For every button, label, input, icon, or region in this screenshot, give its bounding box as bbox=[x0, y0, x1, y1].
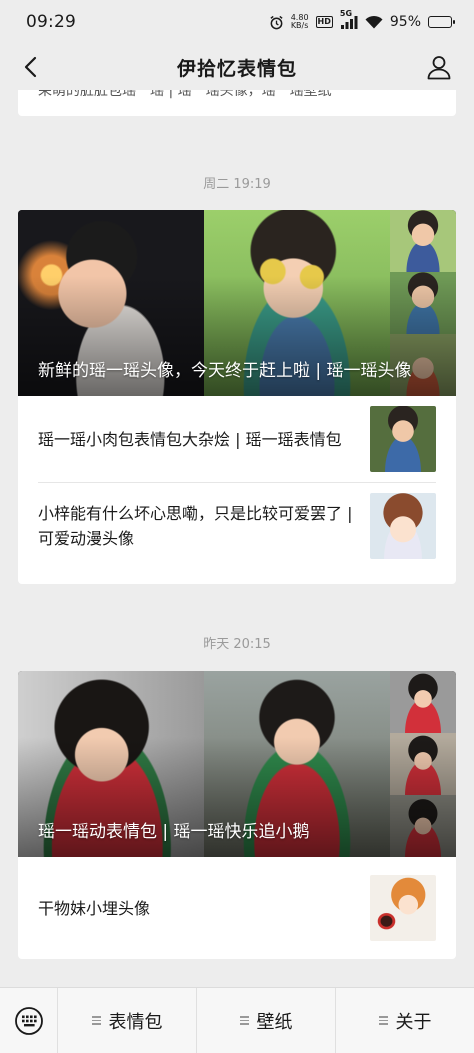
article-row[interactable]: 瑶一瑶小肉包表情包大杂烩 | 瑶一瑶表情包 bbox=[38, 396, 436, 482]
article-feed[interactable]: 呆萌的脏脏包瑶一瑶 | 瑶一瑶头像，瑶一瑶壁纸 周二 19:19 新鲜的瑶一瑶头… bbox=[0, 90, 474, 987]
menu-lines-icon bbox=[378, 1016, 388, 1025]
cover-image-small-1 bbox=[390, 671, 456, 733]
menu-tab-label: 壁纸 bbox=[256, 1011, 293, 1033]
status-time: 09:29 bbox=[26, 12, 76, 32]
article-group-card: 新鲜的瑶一瑶头像，今天终于赶上啦 | 瑶一瑶头像 瑶一瑶小肉包表情包大杂烩 | … bbox=[18, 210, 456, 584]
cover-article[interactable]: 瑶一瑶动表情包 | 瑶一瑶快乐追小鹅 bbox=[18, 671, 456, 857]
menu-tab-label: 关于 bbox=[395, 1011, 432, 1033]
net-speed-unit: KB/s bbox=[290, 21, 309, 30]
menu-tab-wallpaper[interactable]: 壁纸 bbox=[196, 987, 335, 1053]
article-title: 瑶一瑶小肉包表情包大杂烩 | 瑶一瑶表情包 bbox=[38, 429, 342, 449]
article-title: 呆萌的脏脏包瑶一瑶 | 瑶一瑶头像，瑶一瑶壁纸 bbox=[38, 90, 332, 99]
article-title: 干物妹小埋头像 bbox=[38, 898, 151, 918]
cover-article[interactable]: 新鲜的瑶一瑶头像，今天终于赶上啦 | 瑶一瑶头像 bbox=[18, 210, 456, 396]
article-thumbnail bbox=[370, 406, 436, 472]
group-timestamp: 周二 19:19 bbox=[203, 177, 271, 192]
keyboard-icon bbox=[14, 1006, 43, 1035]
article-card-top[interactable]: 呆萌的脏脏包瑶一瑶 | 瑶一瑶头像，瑶一瑶壁纸 bbox=[18, 90, 456, 116]
battery-percent: 95% bbox=[389, 14, 421, 30]
person-icon bbox=[427, 56, 451, 80]
menu-lines-icon bbox=[239, 1016, 249, 1025]
wifi-icon bbox=[365, 15, 383, 29]
cellular-signal-icon: 5G bbox=[340, 9, 358, 29]
status-icons: 4.80 KB/s HD 5G 95% bbox=[269, 9, 455, 30]
profile-button[interactable] bbox=[422, 50, 456, 84]
battery-icon bbox=[428, 16, 455, 28]
chevron-left-icon bbox=[24, 56, 37, 78]
article-group-card: 瑶一瑶动表情包 | 瑶一瑶快乐追小鹅 干物妹小埋头像 bbox=[18, 671, 456, 959]
article-row[interactable]: 小梓能有什么坏心思嘞，只是比较可爱罢了 | 可爱动漫头像 bbox=[38, 482, 436, 568]
cover-image-small-1 bbox=[390, 210, 456, 272]
nav-bar: 伊拾忆表情包 bbox=[0, 44, 474, 90]
cover-title: 新鲜的瑶一瑶头像，今天终于赶上啦 | 瑶一瑶头像 bbox=[38, 361, 412, 381]
status-bar: 09:29 4.80 KB/s HD 5G 95% bbox=[0, 0, 474, 44]
menu-tab-stickers[interactable]: 表情包 bbox=[58, 988, 196, 1053]
net-speed: 4.80 KB/s bbox=[291, 14, 309, 30]
signal-type-label: 5G bbox=[339, 9, 353, 18]
menu-lines-icon bbox=[91, 1016, 101, 1025]
bottom-menu-bar: 表情包 壁纸 关于 bbox=[0, 987, 474, 1053]
article-thumbnail bbox=[370, 875, 436, 941]
menu-tab-about[interactable]: 关于 bbox=[335, 987, 474, 1053]
article-row[interactable]: 干物妹小埋头像 bbox=[38, 857, 436, 959]
group-timestamp: 昨天 20:15 bbox=[203, 637, 271, 652]
keyboard-toggle-button[interactable] bbox=[0, 987, 58, 1053]
menu-tab-label: 表情包 bbox=[108, 1011, 163, 1033]
alarm-icon bbox=[269, 15, 284, 30]
cover-title: 瑶一瑶动表情包 | 瑶一瑶快乐追小鹅 bbox=[38, 822, 310, 842]
article-title: 小梓能有什么坏心思嘞，只是比较可爱罢了 | 可爱动漫头像 bbox=[38, 503, 353, 548]
article-thumbnail bbox=[370, 492, 436, 559]
hd-badge: HD bbox=[315, 16, 333, 28]
back-button[interactable] bbox=[14, 51, 46, 83]
page-title: 伊拾忆表情包 bbox=[176, 57, 297, 80]
